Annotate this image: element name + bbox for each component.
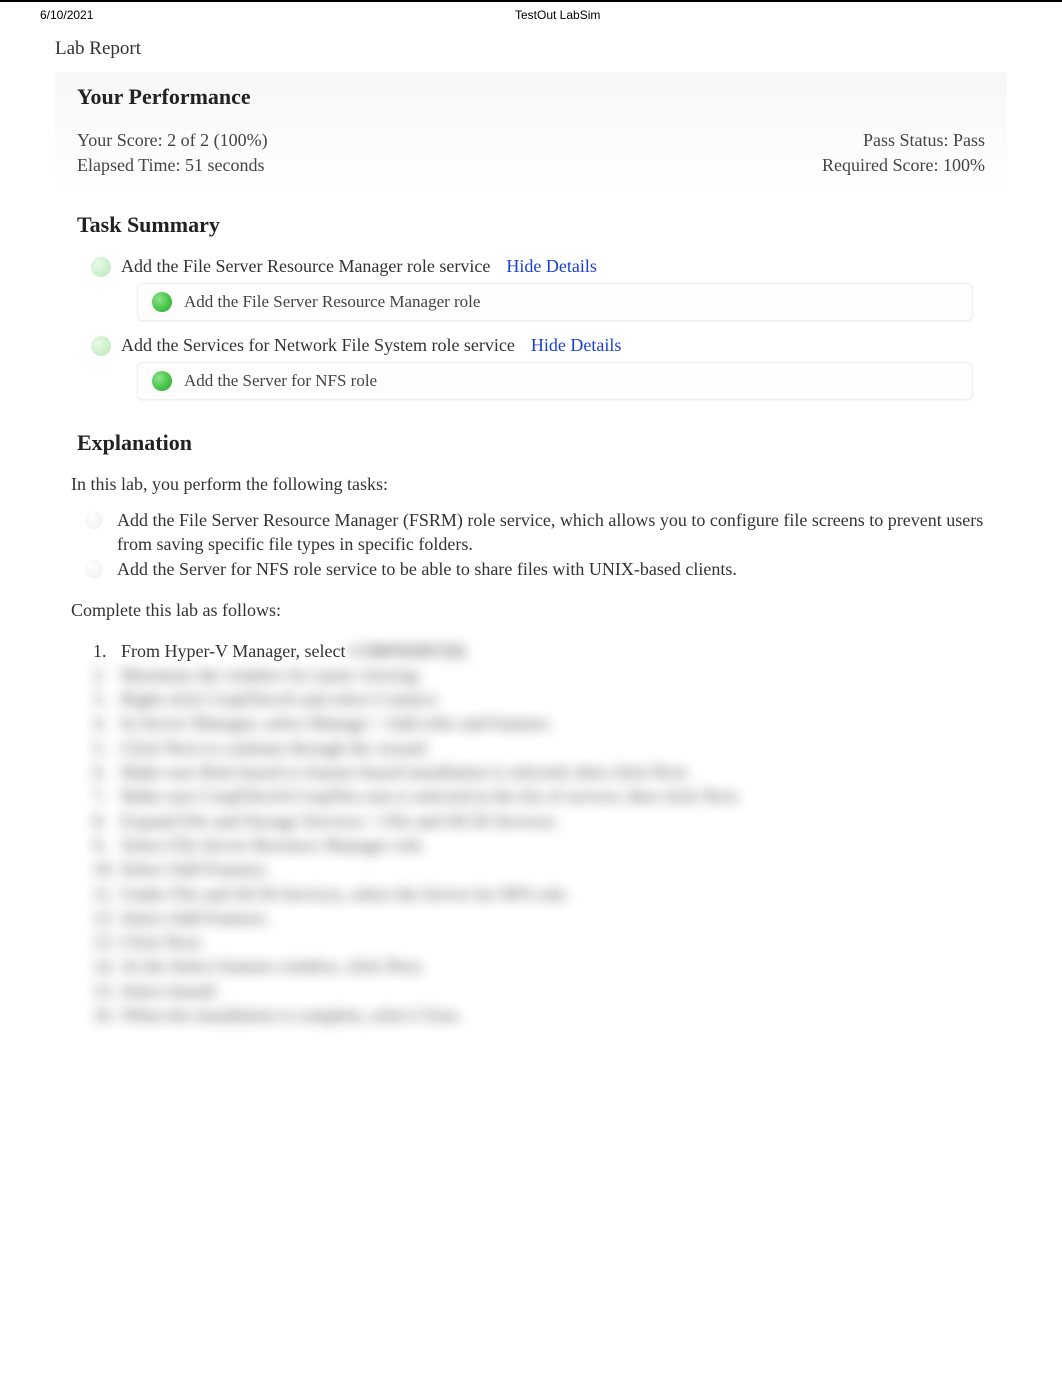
check-icon <box>91 336 111 356</box>
bullet-item: Add the Server for NFS role service to b… <box>85 558 985 581</box>
hide-details-link[interactable]: Hide Details <box>506 256 596 277</box>
score-label: Your Score: 2 of 2 (100%) <box>77 128 268 153</box>
report-title: Lab Report <box>55 38 1007 60</box>
task-item: Add the File Server Resource Manager rol… <box>91 256 985 277</box>
bullet-list: Add the File Server Resource Manager (FS… <box>85 509 985 581</box>
app-title: TestOut LabSim <box>515 8 600 22</box>
explanation-heading: Explanation <box>77 430 985 456</box>
blurred-steps: 2.Maximize the window for easier viewing… <box>105 663 985 1027</box>
hide-details-link[interactable]: Hide Details <box>531 335 621 356</box>
complete-intro: Complete this lab as follows: <box>71 600 985 621</box>
step-blurred-text: CORPSERVER. <box>350 639 469 663</box>
explanation-intro: In this lab, you perform the following t… <box>71 474 985 495</box>
step-item: 1. From Hyper-V Manager, select CORPSERV… <box>121 639 985 663</box>
task-summary-section: Task Summary Add the File Server Resourc… <box>55 204 1007 422</box>
explanation-section: Explanation In this lab, you perform the… <box>55 422 1007 1035</box>
date-text: 6/10/2021 <box>40 8 93 22</box>
bullet-icon <box>85 560 103 578</box>
check-icon <box>152 292 172 312</box>
report-body: Lab Report Your Performance Your Score: … <box>0 28 1062 1045</box>
step-number: 1. <box>93 639 107 663</box>
page-header: 6/10/2021 TestOut LabSim <box>0 0 1062 28</box>
subtask-label: Add the Server for NFS role <box>184 371 377 391</box>
check-icon <box>152 371 172 391</box>
bullet-icon <box>85 511 103 529</box>
bullet-item: Add the File Server Resource Manager (FS… <box>85 509 985 556</box>
elapsed-time: Elapsed Time: 51 seconds <box>77 153 265 178</box>
steps-list: 1. From Hyper-V Manager, select CORPSERV… <box>105 639 985 1028</box>
bullet-text: Add the Server for NFS role service to b… <box>117 558 737 581</box>
task-label: Add the File Server Resource Manager rol… <box>121 256 490 277</box>
check-icon <box>91 257 111 277</box>
task-item: Add the Services for Network File System… <box>91 335 985 356</box>
required-score: Required Score: 100% <box>822 153 985 178</box>
step-visible-text: From Hyper-V Manager, select <box>121 641 350 661</box>
performance-heading: Your Performance <box>77 84 985 110</box>
performance-section: Your Performance Your Score: 2 of 2 (100… <box>55 72 1007 196</box>
subtask-label: Add the File Server Resource Manager rol… <box>184 292 480 312</box>
subtask-item: Add the File Server Resource Manager rol… <box>137 283 973 321</box>
subtask-item: Add the Server for NFS role <box>137 362 973 400</box>
task-label: Add the Services for Network File System… <box>121 335 515 356</box>
pass-status: Pass Status: Pass <box>863 128 985 153</box>
bullet-text: Add the File Server Resource Manager (FS… <box>117 509 985 556</box>
task-summary-heading: Task Summary <box>77 212 985 238</box>
